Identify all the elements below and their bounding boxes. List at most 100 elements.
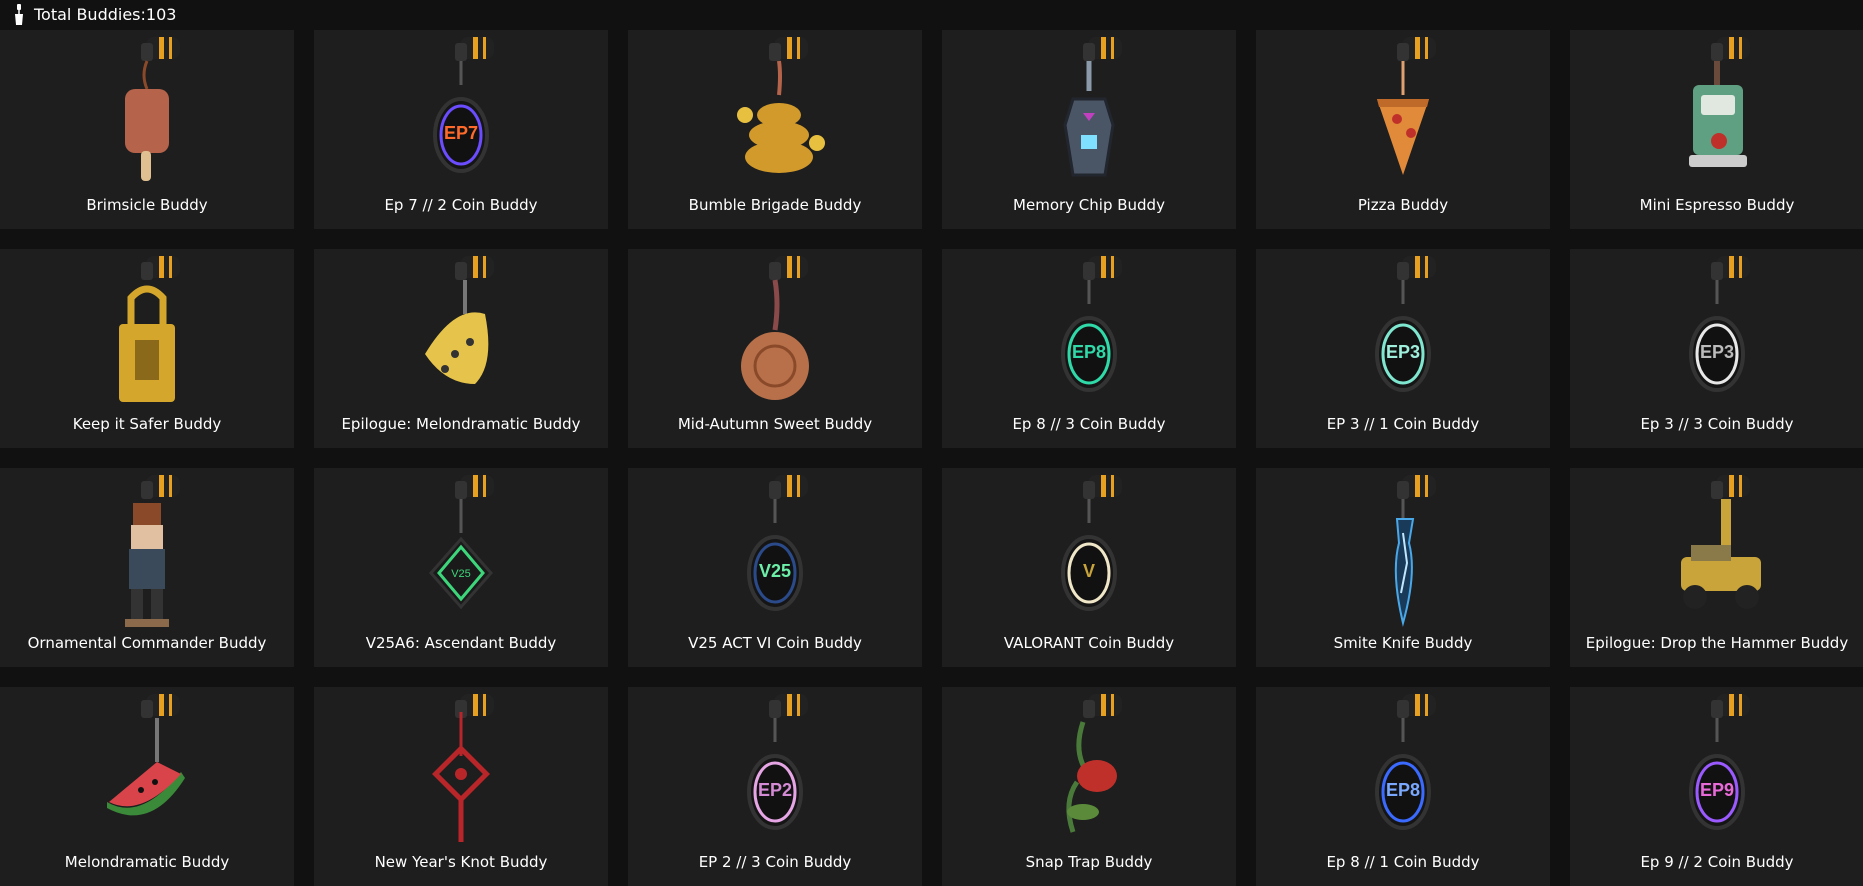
buddy-name: Ep 7 // 2 Coin Buddy (384, 196, 538, 214)
header: Total Buddies:103 (0, 0, 1863, 30)
padlock-buddy-icon (119, 256, 180, 402)
espresso-buddy-icon (1689, 37, 1750, 167)
keychain-clip (1083, 475, 1122, 499)
keychain-clip (769, 475, 808, 499)
buddy-name: V25A6: Ascendant Buddy (365, 634, 557, 652)
buddy-card[interactable]: New Year's Knot Buddy (314, 687, 608, 886)
buddy-name: Ep 3 // 3 Coin Buddy (1640, 415, 1794, 433)
keychain-clip (769, 37, 808, 61)
svg-text:EP3: EP3 (1700, 342, 1734, 362)
coin-buddy-icon: V (1061, 475, 1122, 611)
keychain-clip (1711, 256, 1750, 280)
buddy-card[interactable]: Pizza Buddy (1256, 30, 1550, 229)
mooncake-buddy-icon (741, 256, 809, 400)
keychain-clip (141, 256, 180, 280)
coin-buddy-icon: EP9 (1689, 694, 1750, 830)
buddy-card[interactable]: Epilogue: Melondramatic Buddy (314, 249, 608, 448)
buddy-name: Ep 8 // 3 Coin Buddy (1012, 415, 1166, 433)
coin-buddy-icon: EP7 (433, 37, 494, 173)
buddy-name: Keep it Safer Buddy (72, 415, 222, 433)
keychain-clip (455, 37, 494, 61)
buddy-name: EP 3 // 1 Coin Buddy (1326, 415, 1480, 433)
buddy-name: Smite Knife Buddy (1333, 634, 1473, 652)
knife-buddy-icon (1394, 475, 1436, 627)
svg-text:EP3: EP3 (1386, 342, 1420, 362)
buddy-name: Melondramatic Buddy (64, 853, 230, 871)
buddy-card[interactable]: Mid-Autumn Sweet Buddy (628, 249, 922, 448)
keychain-clip (769, 256, 808, 280)
buddy-name: Ep 9 // 2 Coin Buddy (1640, 853, 1794, 871)
buddy-card[interactable]: V VALORANT Coin Buddy (942, 468, 1236, 667)
svg-text:V25: V25 (759, 561, 791, 581)
buddy-card[interactable]: EP7 Ep 7 // 2 Coin Buddy (314, 30, 608, 229)
buddy-name: Epilogue: Drop the Hammer Buddy (1585, 634, 1849, 652)
coin-buddy-icon: EP2 (747, 694, 808, 830)
buddy-card[interactable]: EP8 Ep 8 // 1 Coin Buddy (1256, 687, 1550, 886)
keychain-clip (141, 37, 180, 61)
keychain-clip (1711, 475, 1750, 499)
keychain-clip (455, 475, 494, 499)
pizza-buddy-icon (1377, 37, 1436, 175)
buddy-card[interactable]: EP3 EP 3 // 1 Coin Buddy (1256, 249, 1550, 448)
buddy-name: Ornamental Commander Buddy (27, 634, 267, 652)
keychain-clip (1711, 37, 1750, 61)
hive-buddy-icon (737, 37, 825, 173)
keychain-clip (1397, 475, 1436, 499)
keychain-clip (1083, 256, 1122, 280)
melon-buddy-icon (107, 694, 185, 816)
coin-buddy-icon: EP8 (1061, 256, 1122, 392)
cheese-buddy-icon (425, 256, 494, 384)
keychain-clip (141, 475, 180, 499)
keychain-clip (1397, 37, 1436, 61)
svg-text:EP8: EP8 (1072, 342, 1106, 362)
buddy-name: Brimsicle Buddy (86, 196, 208, 214)
buddy-card[interactable]: V25 V25 ACT VI Coin Buddy (628, 468, 922, 667)
keychain-clip (769, 694, 808, 718)
buddy-card[interactable]: EP2 EP 2 // 3 Coin Buddy (628, 687, 922, 886)
buddy-card[interactable]: Memory Chip Buddy (942, 30, 1236, 229)
buddy-card[interactable]: Brimsicle Buddy (0, 30, 294, 229)
svg-text:EP9: EP9 (1700, 780, 1734, 800)
popsicle-buddy-icon (125, 37, 180, 181)
plant-buddy-icon (1066, 694, 1122, 833)
coin-buddy-icon: EP8 (1375, 694, 1436, 830)
keychain-clip (1083, 37, 1122, 61)
buddy-keychain-icon (15, 4, 23, 25)
buddy-card[interactable]: Melondramatic Buddy (0, 687, 294, 886)
buddy-name: Mid-Autumn Sweet Buddy (677, 415, 873, 433)
buddy-name: Ep 8 // 1 Coin Buddy (1326, 853, 1480, 871)
coin-buddy-icon: EP3 (1375, 256, 1436, 392)
knot-buddy-icon (432, 694, 494, 842)
diamond-buddy-icon: V25 (428, 475, 494, 610)
keychain-clip (1397, 256, 1436, 280)
buddy-card[interactable]: EP9 Ep 9 // 2 Coin Buddy (1570, 687, 1863, 886)
buddy-grid: Brimsicle Buddy EP7 Ep 7 // 2 Coin Buddy Bu… (0, 30, 1863, 886)
buddy-card[interactable]: EP3 Ep 3 // 3 Coin Buddy (1570, 249, 1863, 448)
buddy-card[interactable]: V25 V25A6: Ascendant Buddy (314, 468, 608, 667)
buddy-name: EP 2 // 3 Coin Buddy (698, 853, 852, 871)
keychain-clip (1711, 694, 1750, 718)
buddy-card[interactable]: Snap Trap Buddy (942, 687, 1236, 886)
buddy-card[interactable]: Epilogue: Drop the Hammer Buddy (1570, 468, 1863, 667)
svg-text:V25: V25 (451, 568, 471, 580)
buddy-name: Bumble Brigade Buddy (688, 196, 862, 214)
buddy-name: Memory Chip Buddy (1013, 196, 1165, 214)
svg-text:V: V (1083, 561, 1095, 581)
buddy-name: New Year's Knot Buddy (374, 853, 548, 871)
buddy-card[interactable]: Ornamental Commander Buddy (0, 468, 294, 667)
buddy-name: Snap Trap Buddy (1025, 853, 1153, 871)
svg-text:EP2: EP2 (758, 780, 792, 800)
buddy-name: Pizza Buddy (1357, 196, 1449, 214)
svg-text:EP8: EP8 (1386, 780, 1420, 800)
buddy-card[interactable]: Mini Espresso Buddy (1570, 30, 1863, 229)
buddy-name: Epilogue: Melondramatic Buddy (341, 415, 581, 433)
buddy-card[interactable]: Keep it Safer Buddy (0, 249, 294, 448)
nutcracker-buddy-icon (125, 475, 180, 627)
buddy-name: VALORANT Coin Buddy (1003, 634, 1175, 652)
buddy-name: Mini Espresso Buddy (1639, 196, 1795, 214)
buddy-name: V25 ACT VI Coin Buddy (688, 634, 862, 652)
buddy-card[interactable]: Smite Knife Buddy (1256, 468, 1550, 667)
buddy-card[interactable]: EP8 Ep 8 // 3 Coin Buddy (942, 249, 1236, 448)
buddy-card[interactable]: Bumble Brigade Buddy (628, 30, 922, 229)
keychain-clip (1397, 694, 1436, 718)
